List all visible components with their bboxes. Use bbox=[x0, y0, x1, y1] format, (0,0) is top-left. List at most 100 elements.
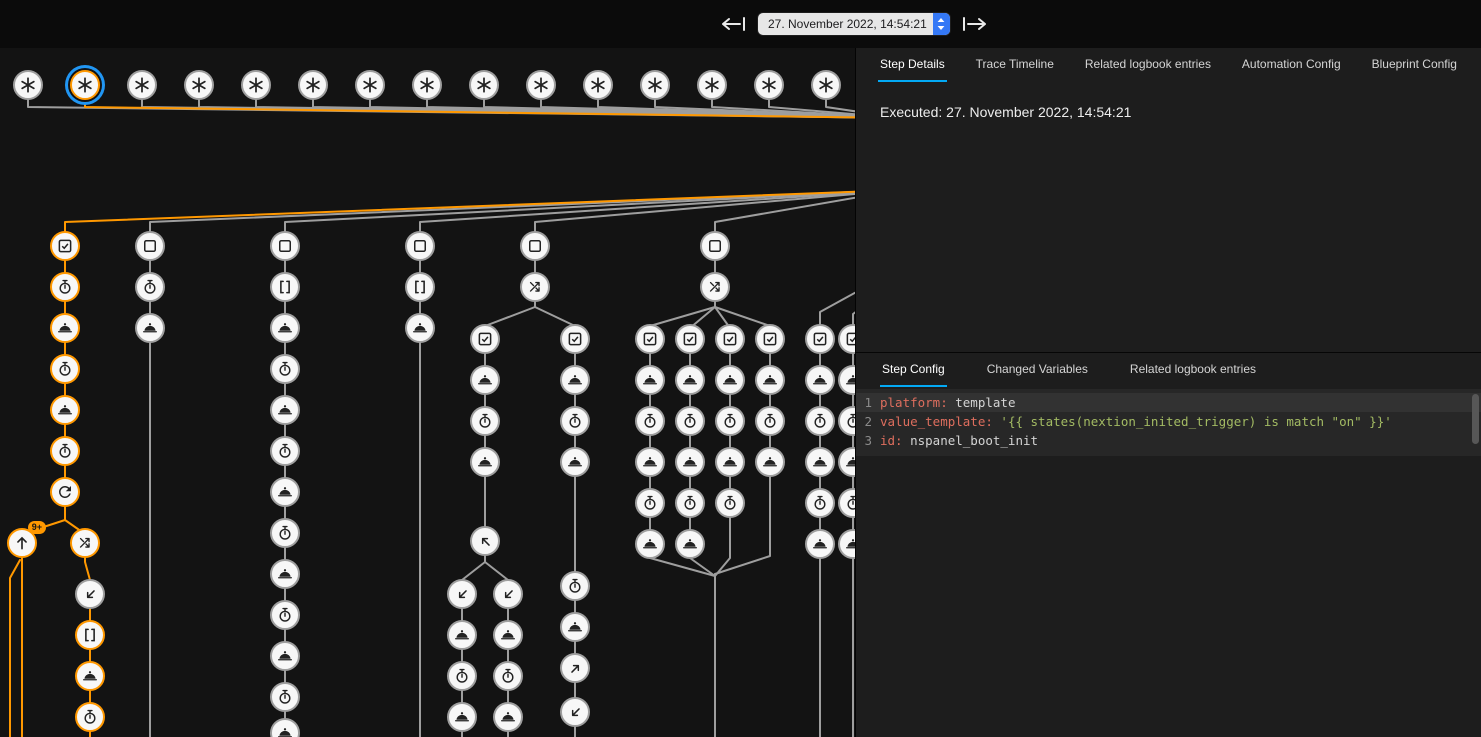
graph-node-service[interactable] bbox=[447, 620, 477, 650]
graph-node-service[interactable] bbox=[50, 313, 80, 343]
graph-node-service[interactable] bbox=[805, 365, 835, 395]
graph-node-timer[interactable] bbox=[270, 436, 300, 466]
run-select[interactable]: 27. November 2022, 14:54:21 bbox=[758, 13, 950, 35]
graph-node-service[interactable] bbox=[493, 702, 523, 732]
graph-node-service[interactable] bbox=[493, 620, 523, 650]
tab-step-details[interactable]: Step Details bbox=[878, 48, 947, 82]
graph-node-service[interactable] bbox=[805, 529, 835, 559]
graph-node-timer[interactable] bbox=[805, 488, 835, 518]
graph-node-service[interactable] bbox=[270, 395, 300, 425]
graph-node-timer[interactable] bbox=[560, 571, 590, 601]
graph-node-service[interactable] bbox=[560, 447, 590, 477]
tab-related-logbook-entries[interactable]: Related logbook entries bbox=[1128, 353, 1258, 387]
graph-node-timer[interactable] bbox=[50, 436, 80, 466]
graph-node-service[interactable] bbox=[635, 447, 665, 477]
graph-node-trigger[interactable] bbox=[127, 70, 157, 100]
graph-node-shuffle[interactable] bbox=[70, 528, 100, 558]
graph-node-timer[interactable] bbox=[50, 354, 80, 384]
graph-node-arrow-up[interactable]: 9+ bbox=[7, 528, 37, 558]
trace-graph-canvas[interactable]: 9+ bbox=[0, 0, 855, 737]
graph-node-trigger[interactable] bbox=[241, 70, 271, 100]
graph-node-cond[interactable] bbox=[755, 324, 785, 354]
graph-node-timer[interactable] bbox=[50, 272, 80, 302]
graph-node-timer[interactable] bbox=[270, 354, 300, 384]
graph-node-service[interactable] bbox=[405, 313, 435, 343]
graph-node-timer[interactable] bbox=[270, 600, 300, 630]
graph-node-arrow-bl[interactable] bbox=[560, 697, 590, 727]
graph-node-arrow-bl[interactable] bbox=[493, 579, 523, 609]
graph-node-service[interactable] bbox=[270, 313, 300, 343]
graph-node-timer[interactable] bbox=[675, 406, 705, 436]
graph-node-service[interactable] bbox=[135, 313, 165, 343]
tab-changed-variables[interactable]: Changed Variables bbox=[985, 353, 1090, 387]
graph-node-trigger[interactable] bbox=[526, 70, 556, 100]
graph-node-cond[interactable] bbox=[805, 324, 835, 354]
graph-node-service[interactable] bbox=[50, 395, 80, 425]
graph-node-square[interactable] bbox=[270, 231, 300, 261]
graph-node-service[interactable] bbox=[635, 365, 665, 395]
graph-node-service[interactable] bbox=[470, 447, 500, 477]
graph-node-timer[interactable] bbox=[560, 406, 590, 436]
graph-node-cond[interactable] bbox=[470, 324, 500, 354]
graph-node-service[interactable] bbox=[635, 529, 665, 559]
graph-node-brackets[interactable] bbox=[405, 272, 435, 302]
graph-node-trigger[interactable] bbox=[13, 70, 43, 100]
graph-node-trigger[interactable] bbox=[184, 70, 214, 100]
graph-node-trigger[interactable] bbox=[355, 70, 385, 100]
graph-node-cond[interactable] bbox=[560, 324, 590, 354]
graph-node-brackets[interactable] bbox=[270, 272, 300, 302]
graph-node-trigger[interactable] bbox=[811, 70, 841, 100]
graph-node-service[interactable] bbox=[715, 365, 745, 395]
tab-related-logbook-entries[interactable]: Related logbook entries bbox=[1083, 48, 1213, 82]
graph-node-timer[interactable] bbox=[675, 488, 705, 518]
graph-node-brackets[interactable] bbox=[75, 620, 105, 650]
graph-node-service[interactable] bbox=[270, 477, 300, 507]
graph-node-cond[interactable] bbox=[50, 231, 80, 261]
graph-node-repeat[interactable] bbox=[50, 477, 80, 507]
graph-node-trigger[interactable] bbox=[697, 70, 727, 100]
tab-step-config[interactable]: Step Config bbox=[880, 353, 947, 387]
graph-node-square[interactable] bbox=[405, 231, 435, 261]
graph-node-timer[interactable] bbox=[270, 682, 300, 712]
graph-node-timer[interactable] bbox=[447, 661, 477, 691]
graph-node-cond[interactable] bbox=[635, 324, 665, 354]
graph-node-service[interactable] bbox=[75, 661, 105, 691]
graph-node-trigger[interactable] bbox=[640, 70, 670, 100]
tab-blueprint-config[interactable]: Blueprint Config bbox=[1370, 48, 1459, 82]
graph-node-timer[interactable] bbox=[470, 406, 500, 436]
graph-node-trigger[interactable] bbox=[298, 70, 328, 100]
graph-node-trigger[interactable] bbox=[583, 70, 613, 100]
graph-node-service[interactable] bbox=[675, 365, 705, 395]
graph-node-service[interactable] bbox=[560, 612, 590, 642]
graph-node-timer[interactable] bbox=[635, 488, 665, 518]
graph-node-service[interactable] bbox=[270, 641, 300, 671]
graph-node-service[interactable] bbox=[675, 529, 705, 559]
graph-node-service[interactable] bbox=[755, 447, 785, 477]
graph-node-cond[interactable] bbox=[675, 324, 705, 354]
graph-node-arrow-bl[interactable] bbox=[447, 579, 477, 609]
graph-node-service[interactable] bbox=[675, 447, 705, 477]
tab-trace-timeline[interactable]: Trace Timeline bbox=[974, 48, 1056, 82]
graph-node-square[interactable] bbox=[520, 231, 550, 261]
graph-node-timer[interactable] bbox=[493, 661, 523, 691]
graph-node-trigger[interactable] bbox=[754, 70, 784, 100]
graph-node-timer[interactable] bbox=[635, 406, 665, 436]
graph-node-trigger[interactable] bbox=[469, 70, 499, 100]
graph-node-arrow-ur[interactable] bbox=[560, 653, 590, 683]
graph-node-timer[interactable] bbox=[75, 702, 105, 732]
yaml-editor[interactable]: 1platform: template2value_template: '{{ … bbox=[856, 389, 1481, 456]
graph-node-service[interactable] bbox=[715, 447, 745, 477]
graph-node-timer[interactable] bbox=[715, 406, 745, 436]
graph-node-timer[interactable] bbox=[805, 406, 835, 436]
next-run-button[interactable] bbox=[960, 14, 988, 37]
graph-node-service[interactable] bbox=[560, 365, 590, 395]
graph-node-service[interactable] bbox=[447, 702, 477, 732]
graph-node-service[interactable] bbox=[470, 365, 500, 395]
graph-node-timer[interactable] bbox=[715, 488, 745, 518]
graph-node-arrow-ul[interactable] bbox=[470, 526, 500, 556]
graph-node-shuffle[interactable] bbox=[700, 272, 730, 302]
tab-automation-config[interactable]: Automation Config bbox=[1240, 48, 1343, 82]
graph-node-arrow-bl[interactable] bbox=[75, 579, 105, 609]
previous-run-button[interactable] bbox=[720, 14, 748, 37]
graph-node-service[interactable] bbox=[755, 365, 785, 395]
